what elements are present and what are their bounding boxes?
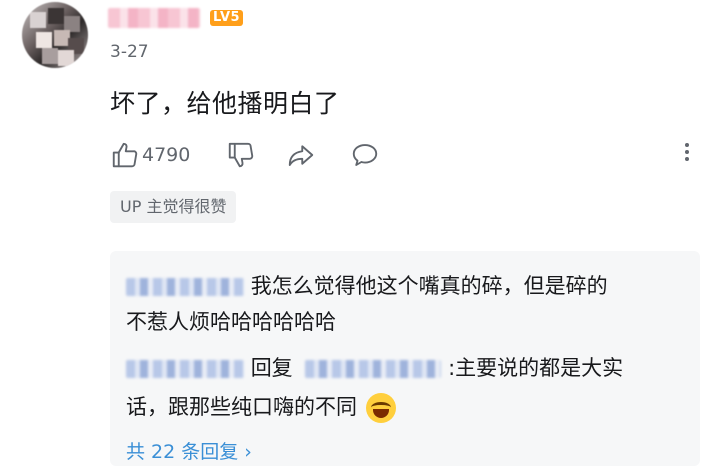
more-icon[interactable] [682, 140, 692, 170]
thumb-up-icon [112, 142, 138, 168]
reply-username-blurred[interactable] [126, 360, 244, 378]
laughing-emoji-icon [365, 393, 396, 423]
reply-username-blurred[interactable] [126, 278, 244, 296]
username-blurred[interactable] [108, 8, 200, 28]
reply-text-cont: 不惹人烦哈哈哈哈哈哈 [126, 310, 336, 334]
share-button[interactable] [286, 138, 316, 172]
reply-list: 我怎么觉得他这个嘴真的碎，但是碎的 不惹人烦哈哈哈哈哈哈 回复 :主要说的都是大… [110, 251, 700, 466]
reply-word: 回复 [250, 356, 293, 380]
dislike-button[interactable] [226, 138, 256, 172]
reply-text: 话，跟那些纯口嗨的不同 [126, 395, 357, 419]
share-icon [288, 145, 314, 166]
comment-date: 3-27 [110, 42, 149, 62]
comment-text: 坏了，给他播明白了 [110, 89, 340, 118]
reply-target-blurred[interactable] [305, 360, 442, 378]
comment-actions: 4790 [110, 138, 700, 172]
view-more-replies-link[interactable]: 共 22 条回复 › [126, 437, 252, 464]
level-badge: LV5 [210, 10, 244, 26]
reply-item: 回复 :主要说的都是大实 [126, 353, 623, 383]
reply-item-cont: 话，跟那些纯口嗨的不同 [126, 392, 396, 423]
reply-text: :主要说的都是大实 [448, 356, 624, 380]
up-liked-badge: UP 主觉得很赞 [110, 191, 237, 223]
reply-item: 我怎么觉得他这个嘴真的碎，但是碎的 [126, 271, 608, 301]
reply-icon [352, 144, 378, 166]
reply-text: 我怎么觉得他这个嘴真的碎，但是碎的 [250, 274, 608, 298]
like-button[interactable]: 4790 [110, 138, 190, 172]
like-count: 4790 [142, 144, 191, 166]
avatar[interactable] [22, 2, 88, 68]
thumb-down-icon [228, 142, 254, 168]
reply-button[interactable] [350, 138, 380, 172]
